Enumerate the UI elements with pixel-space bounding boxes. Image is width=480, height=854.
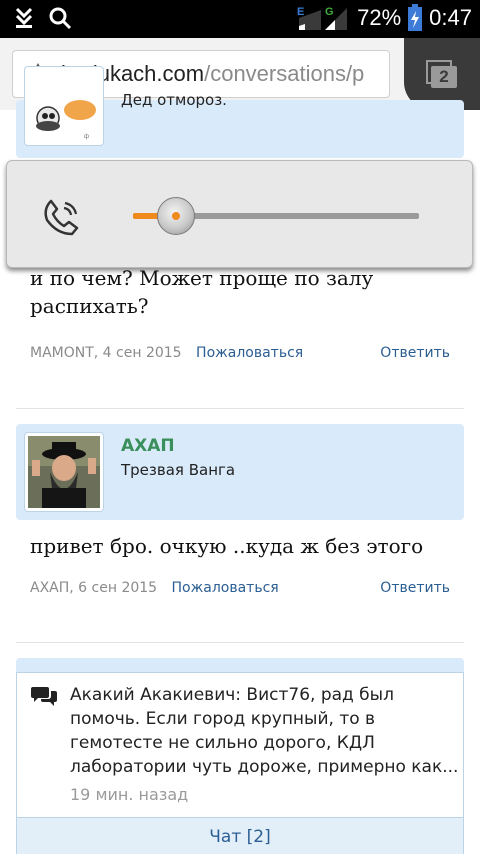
report-link[interactable]: Пожаловаться	[196, 345, 303, 361]
post-author-header: ф Дед отмороз.	[16, 66, 464, 158]
avatar[interactable]: ф	[24, 66, 104, 146]
author-title: Трезвая Ванга	[121, 461, 236, 479]
tab-count: 2	[431, 66, 457, 88]
clock: 0:47	[429, 5, 472, 30]
message-line: и по чем? Может проще по залу	[30, 266, 374, 290]
author-title: Дед отмороз.	[121, 91, 227, 109]
volume-popup	[6, 160, 473, 268]
status-bar: E G 72% 0:47	[0, 0, 480, 38]
post-divider	[16, 408, 464, 409]
post-author-date[interactable]: АХАП, 6 сен 2015	[30, 580, 157, 596]
chat-message[interactable]: Акакий Акакиевич: Вист76, рад был помочь…	[70, 683, 462, 779]
post-message: привет бро. очкую ..куда ж без этого	[30, 532, 460, 560]
post-divider	[16, 642, 464, 643]
chat-bubbles-icon	[31, 687, 57, 706]
author-name[interactable]: АХАП	[121, 436, 175, 456]
chat-timestamp: 19 мин. назад	[70, 785, 189, 804]
chat-panel: Акакий Акакиевич: Вист76, рад был помочь…	[16, 672, 464, 854]
url-text: budukach.com/conversations/p	[61, 61, 364, 87]
network-label-e: E	[297, 6, 304, 18]
volume-slider-thumb[interactable]	[156, 197, 195, 235]
phone-icon	[44, 199, 79, 236]
post-meta: АХАП, 6 сен 2015 Пожаловаться Ответить	[30, 580, 450, 600]
message-line: привет бро. очкую ..куда ж без этого	[30, 534, 424, 558]
svg-text:ф: ф	[84, 134, 89, 140]
cartoon-avatar-icon: ф	[28, 70, 100, 142]
battery-icon	[408, 4, 423, 31]
signal-icon: E G	[297, 6, 348, 30]
post-author-header: АХАП Трезвая Ванга	[16, 424, 464, 520]
download-icon	[15, 7, 33, 28]
message-line: распихать?	[30, 294, 149, 318]
user-photo-icon	[28, 436, 100, 508]
reply-link[interactable]: Ответить	[380, 345, 450, 361]
url-path: /conversations/p	[204, 61, 365, 86]
report-link[interactable]: Пожаловаться	[172, 580, 279, 596]
search-icon	[49, 7, 72, 30]
post-message: и по чем? Может проще по залу распихать?	[30, 264, 460, 320]
reply-link[interactable]: Ответить	[380, 580, 450, 596]
chat-button[interactable]: Чат [2]	[17, 817, 463, 854]
battery-percent: 72%	[357, 5, 402, 30]
post-meta: MAMONT, 4 сен 2015 Пожаловаться Ответить	[30, 345, 450, 365]
post-author-date[interactable]: MAMONT, 4 сен 2015	[30, 345, 182, 361]
avatar[interactable]	[24, 432, 104, 512]
network-label-g: G	[325, 6, 334, 18]
